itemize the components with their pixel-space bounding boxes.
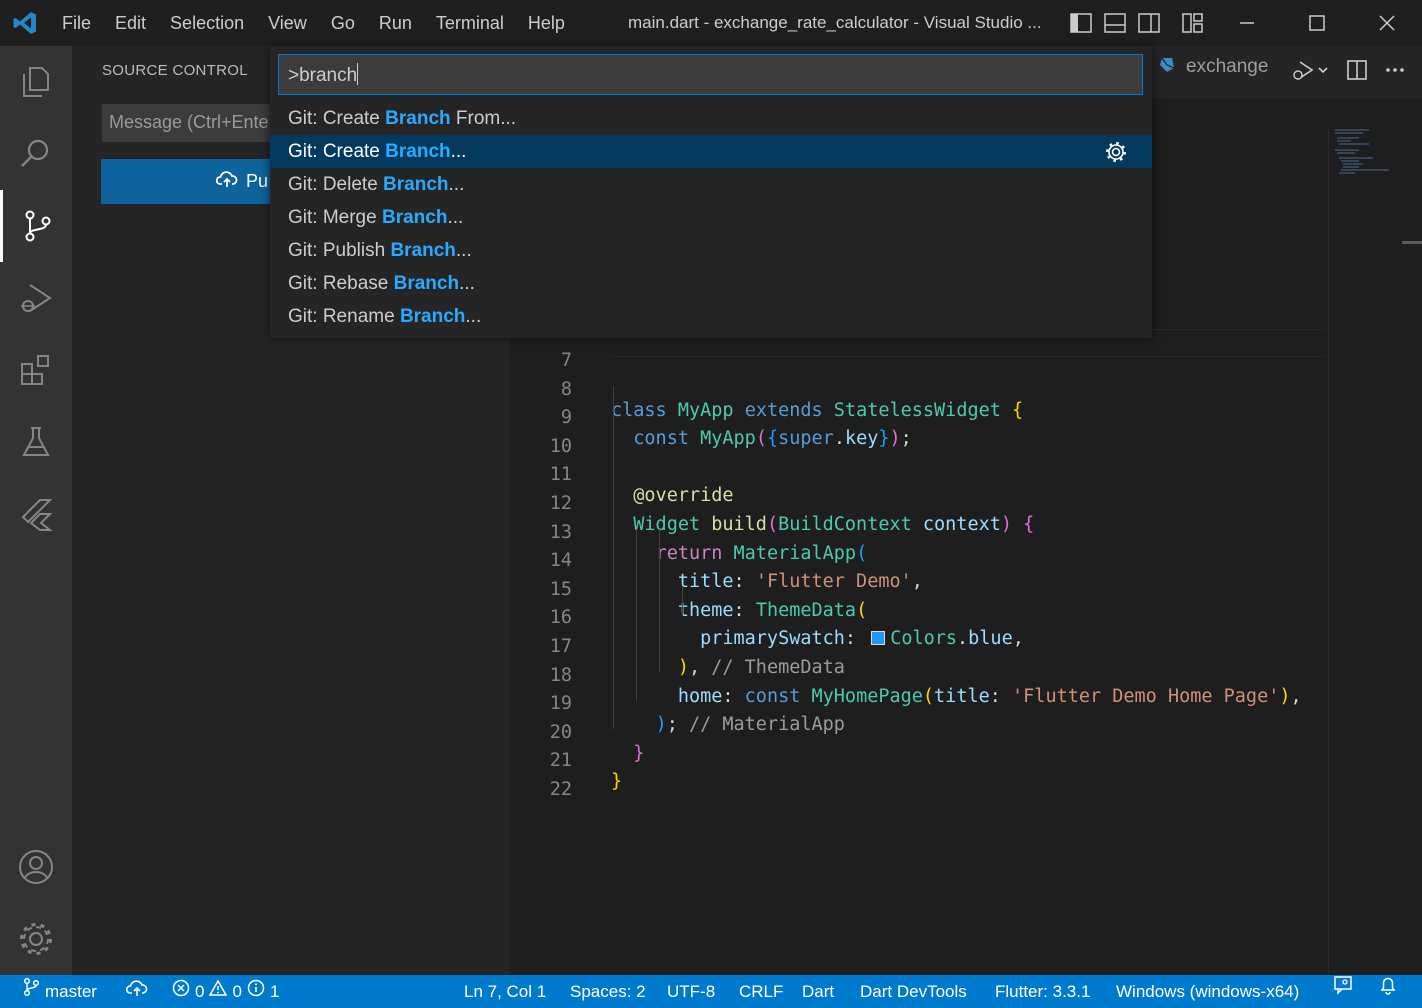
sidebar-title: SOURCE CONTROL bbox=[102, 62, 248, 79]
toggle-panel-icon[interactable] bbox=[1102, 10, 1128, 36]
eol-status[interactable]: CRLF bbox=[739, 975, 783, 1008]
error-icon bbox=[172, 975, 190, 1008]
menu-go[interactable]: Go bbox=[319, 0, 367, 46]
status-bar: master 0 0 1 Ln 7, Col 1 Spaces: 2 UTF-8… bbox=[0, 975, 1422, 1008]
dart-file-icon bbox=[1158, 56, 1176, 78]
branch-name: master bbox=[45, 982, 97, 1001]
cloud-upload-icon bbox=[125, 975, 148, 1008]
search-icon[interactable] bbox=[0, 118, 72, 190]
info-icon bbox=[247, 975, 265, 1008]
scrollbar-thumb[interactable] bbox=[1402, 241, 1422, 244]
close-icon[interactable] bbox=[1352, 0, 1422, 46]
extensions-icon[interactable] bbox=[0, 334, 72, 406]
customize-layout-icon[interactable] bbox=[1180, 10, 1206, 36]
command-palette-input[interactable]: >branch bbox=[278, 54, 1143, 95]
command-item[interactable]: Git: Rename Branch... bbox=[270, 300, 1152, 333]
configure-keybinding-gear-icon[interactable] bbox=[1105, 141, 1127, 163]
window-title: main.dart - exchange_rate_calculator - V… bbox=[628, 13, 1042, 32]
branch-status[interactable]: master bbox=[22, 975, 97, 1008]
activity-bar bbox=[0, 46, 72, 975]
flutter-icon[interactable] bbox=[0, 478, 72, 550]
warning-icon bbox=[209, 975, 228, 1008]
command-item[interactable]: Git: Delete Branch... bbox=[270, 168, 1152, 201]
git-branch-icon bbox=[22, 975, 40, 1008]
toggle-secondary-sidebar-icon[interactable] bbox=[1136, 10, 1162, 36]
menu-selection[interactable]: Selection bbox=[158, 0, 256, 46]
feedback-icon[interactable] bbox=[1333, 975, 1353, 995]
publish-button-label: Pu bbox=[246, 171, 269, 191]
menu-run[interactable]: Run bbox=[367, 0, 424, 46]
problems-status[interactable]: 0 0 1 bbox=[172, 975, 279, 1008]
minimap[interactable] bbox=[1328, 126, 1406, 975]
menu-help[interactable]: Help bbox=[516, 0, 577, 46]
device-status[interactable]: Windows (windows-x64) bbox=[1116, 975, 1299, 1008]
explorer-icon[interactable] bbox=[0, 46, 72, 118]
language-mode[interactable]: Dart bbox=[802, 975, 834, 1008]
indentation-status[interactable]: Spaces: 2 bbox=[570, 975, 646, 1008]
warning-count: 0 bbox=[232, 982, 242, 1001]
testing-icon[interactable] bbox=[0, 406, 72, 478]
title-bar: File Edit Selection View Go Run Terminal… bbox=[0, 0, 1422, 46]
dart-devtools-status[interactable]: Dart DevTools bbox=[860, 975, 967, 1008]
command-item[interactable]: Git: Rebase Branch... bbox=[270, 267, 1152, 300]
manage-gear-icon[interactable] bbox=[0, 903, 72, 975]
indent-guide bbox=[682, 586, 683, 615]
maximize-icon[interactable] bbox=[1282, 0, 1352, 46]
menu-view[interactable]: View bbox=[256, 0, 319, 46]
encoding-status[interactable]: UTF-8 bbox=[667, 975, 715, 1008]
indent-guide bbox=[636, 529, 637, 701]
accounts-icon[interactable] bbox=[0, 831, 72, 903]
minimize-icon[interactable] bbox=[1212, 0, 1282, 46]
source-control-icon[interactable] bbox=[0, 190, 72, 262]
command-item-selected[interactable]: Git: Create Branch... bbox=[270, 135, 1152, 168]
command-list: Git: Create Branch From... Git: Create B… bbox=[270, 102, 1152, 333]
command-item[interactable]: Git: Create Branch From... bbox=[270, 102, 1152, 135]
menu-bar: File Edit Selection View Go Run Terminal… bbox=[50, 0, 577, 46]
indent-guide bbox=[659, 529, 660, 672]
menu-terminal[interactable]: Terminal bbox=[424, 0, 516, 46]
publish-changes-status[interactable] bbox=[125, 975, 148, 1008]
editor-tab-label[interactable]: exchange bbox=[1186, 56, 1268, 78]
notifications-bell-icon[interactable] bbox=[1378, 975, 1398, 995]
more-actions-icon[interactable] bbox=[1384, 59, 1406, 85]
flutter-version-status[interactable]: Flutter: 3.3.1 bbox=[995, 975, 1090, 1008]
command-palette: >branch Git: Create Branch From... Git: … bbox=[270, 46, 1152, 338]
menu-edit[interactable]: Edit bbox=[103, 0, 158, 46]
toggle-primary-sidebar-icon[interactable] bbox=[1068, 10, 1094, 36]
indent-guide bbox=[613, 386, 614, 729]
cloud-upload-icon bbox=[215, 170, 238, 193]
command-item[interactable]: Git: Merge Branch... bbox=[270, 201, 1152, 234]
cursor-position[interactable]: Ln 7, Col 1 bbox=[464, 975, 546, 1008]
run-debug-dropdown-icon[interactable] bbox=[1290, 58, 1330, 86]
split-editor-icon[interactable] bbox=[1346, 59, 1368, 85]
line-number: 22 bbox=[549, 779, 572, 800]
menu-file[interactable]: File bbox=[50, 0, 103, 46]
error-count: 0 bbox=[195, 982, 205, 1001]
run-debug-icon[interactable] bbox=[0, 262, 72, 334]
info-count: 1 bbox=[269, 982, 280, 1001]
command-item[interactable]: Git: Publish Branch... bbox=[270, 234, 1152, 267]
vscode-logo-icon bbox=[0, 0, 50, 46]
